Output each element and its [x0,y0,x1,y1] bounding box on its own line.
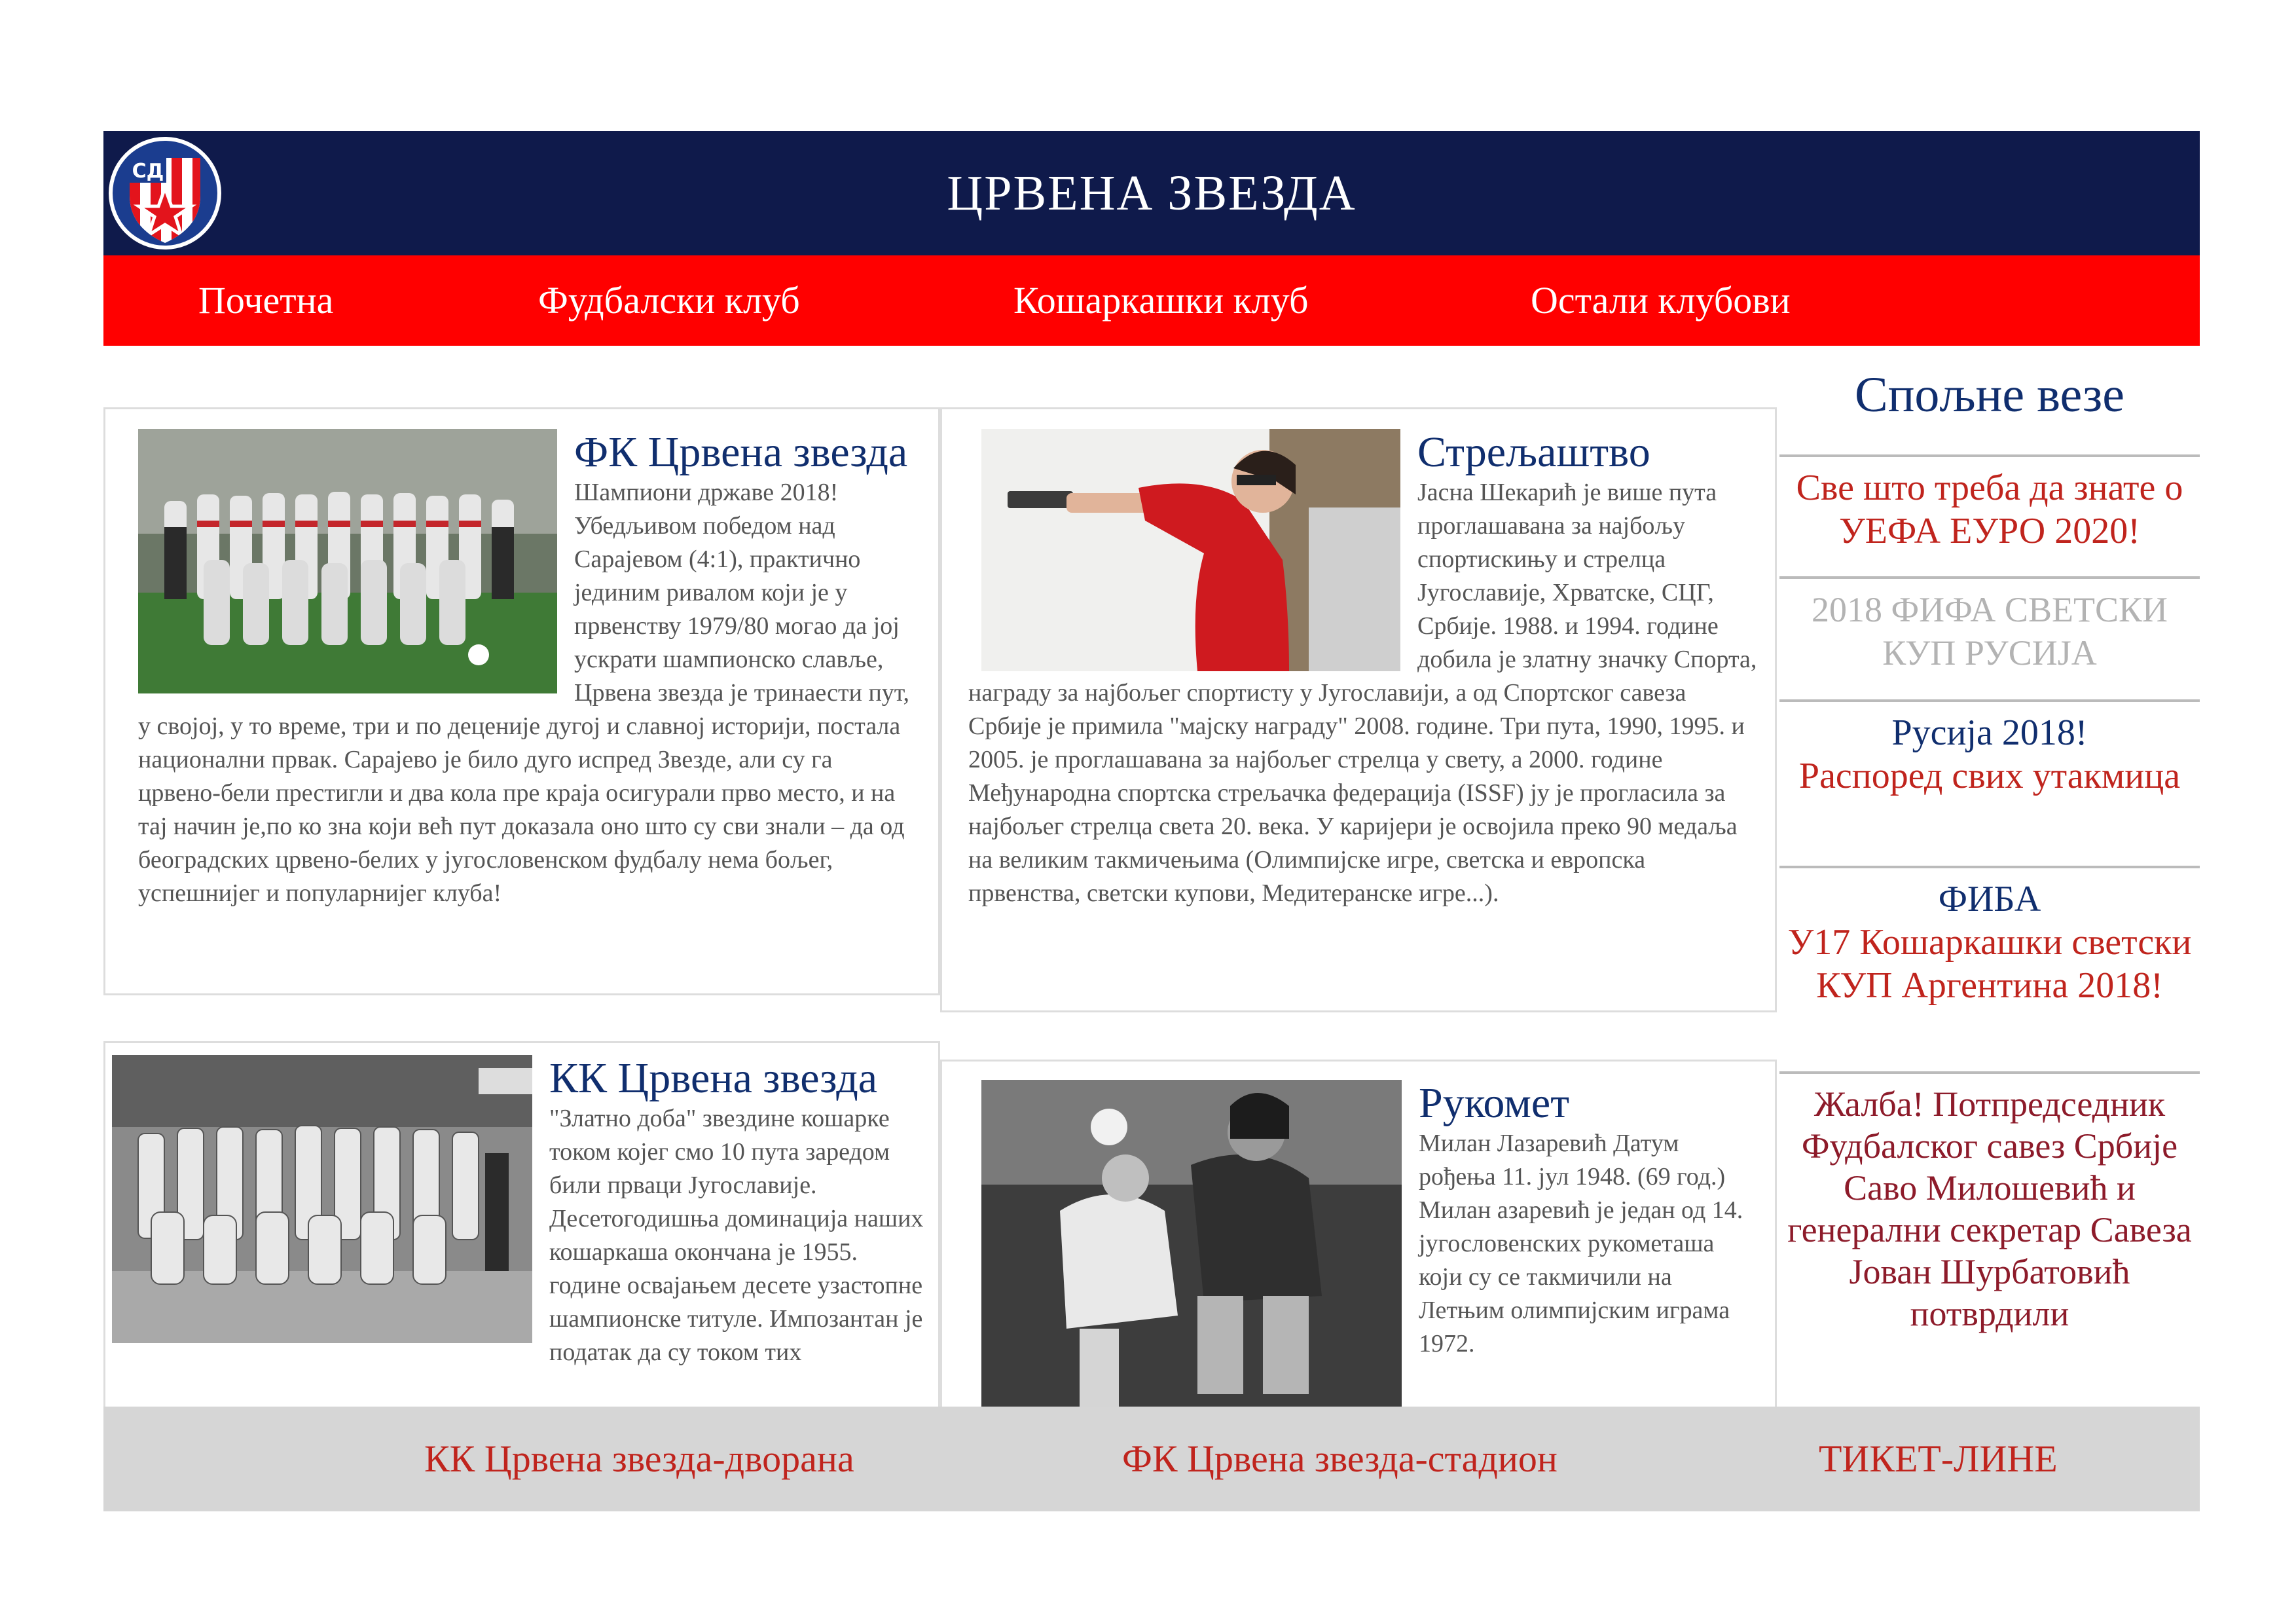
russia-link-heading: Русија 2018! [1891,712,2088,753]
nav-basketball-club[interactable]: Кошаркашки клуб [1013,255,1309,346]
link-fiba-u17[interactable]: ФИБА У17 Кошаркашки светски КУП Аргентин… [1779,866,2200,1071]
nav-home[interactable]: Почетна [198,255,333,346]
link-russia-schedule[interactable]: Русија 2018! Распоред свих утакмица [1779,699,2200,866]
nav-other-clubs[interactable]: Остали клубови [1531,255,1791,346]
article-shooting: Стрељаштво Јасна Шекарић је више пута пр… [940,407,1777,1012]
footer-football-stadium[interactable]: ФК Црвена звезда-стадион [1122,1407,1558,1511]
external-links-title: Спољне везе [1855,367,2124,422]
handball-photo[interactable] [981,1080,1402,1407]
link-complaint[interactable]: Жалба! Потпредседник Фудбалског савез Ср… [1779,1071,2200,1407]
link-fifa-world-cup[interactable]: 2018 ФИФА СВЕТСКИ КУП РУСИЈА [1779,576,2200,699]
footer-ticket-line[interactable]: ТИКЕТ-ЛИНЕ [1819,1407,2058,1511]
nav-football-club[interactable]: Фудбалски клуб [538,255,800,346]
site-footer: КК Црвена звезда-дворана ФК Црвена звезд… [103,1407,2200,1511]
fiba-link-heading: ФИБА [1938,879,2041,919]
link-uefa-euro[interactable]: Све што треба да знате о УЕФА ЕУРО 2020! [1779,454,2200,576]
main-nav: Почетна Фудбалски клуб Кошаркашки клуб О… [103,255,2200,346]
article-handball: Рукомет Милан Лазаревић Датум рођења 11.… [940,1060,1777,1407]
article-football: ФК Црвена звезда Шампиони државе 2018! У… [103,407,940,995]
site-title: ЦРВЕНА ЗВЕЗДА [947,166,1357,221]
shooting-photo[interactable] [981,429,1400,671]
site-header: СД ЦРВЕНА ЗВЕЗДА [103,131,2200,255]
basketball-team-photo[interactable] [112,1055,532,1343]
article-basketball: КК Црвена звезда "Златно доба" звездине … [103,1041,940,1407]
football-team-photo[interactable] [138,429,557,693]
fiba-link-subtitle: У17 Кошаркашки светски КУП Аргентина 201… [1787,922,2192,1006]
russia-link-subtitle: Распоред свих утакмица [1798,756,2181,796]
footer-basketball-arena[interactable]: КК Црвена звезда-дворана [424,1407,854,1511]
